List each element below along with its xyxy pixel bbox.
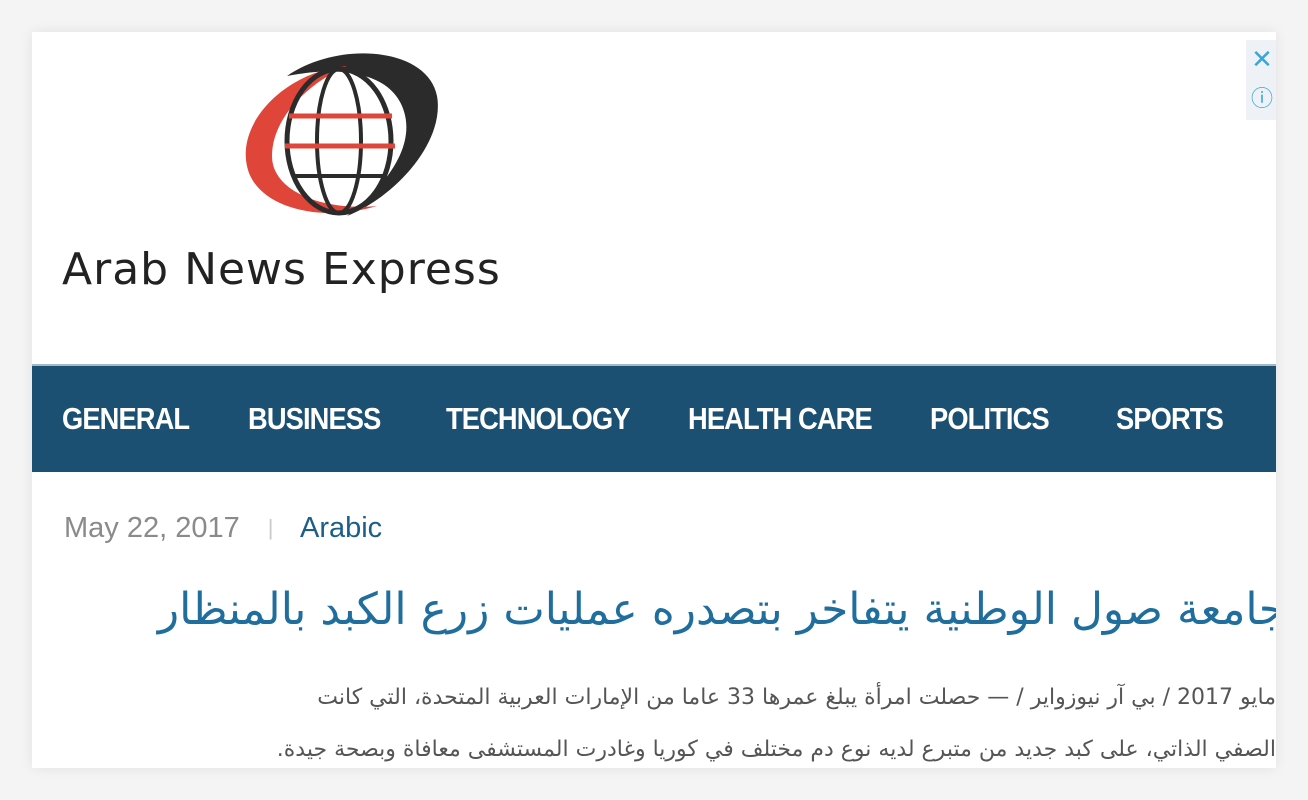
article-title[interactable]: جامعة صول الوطنية يتفاخر بتصدره عمليات ز…	[32, 584, 1276, 635]
meta-separator: |	[267, 515, 274, 540]
excerpt-line: الصفي الذاتي، على كبد جديد من متبرع لديه…	[276, 737, 1276, 762]
site-header: Arab News Express ✕ ⓘ	[32, 32, 1276, 362]
globe-swoosh-logo[interactable]	[227, 46, 447, 236]
article-date: May 22, 2017	[64, 512, 240, 544]
ad-controls: ✕ ⓘ	[1246, 40, 1276, 120]
nav-item-sports[interactable]: SPORTS	[1116, 401, 1224, 437]
nav-item-general[interactable]: GENERAL	[62, 401, 190, 437]
article-category-link[interactable]: Arabic	[300, 512, 382, 544]
article-excerpt: مايو 2017 / بي آر نيوزواير / — حصلت امرأ…	[86, 672, 1276, 768]
close-icon[interactable]: ✕	[1250, 44, 1274, 74]
nav-item-technology[interactable]: TECHNOLOGY	[446, 401, 631, 437]
nav-item-business[interactable]: BUSINESS	[248, 401, 381, 437]
site-name[interactable]: Arab News Express	[62, 244, 662, 295]
nav-item-health-care[interactable]: HEALTH CARE	[688, 401, 873, 437]
article-meta: May 22, 2017 | Arabic	[64, 512, 382, 545]
web-page: Arab News Express ✕ ⓘ GENERAL BUSINESS T…	[32, 32, 1276, 768]
excerpt-line: مايو 2017 / بي آر نيوزواير / — حصلت امرأ…	[317, 685, 1276, 710]
nav-item-politics[interactable]: POLITICS	[930, 401, 1050, 437]
screenshot-frame: Arab News Express ✕ ⓘ GENERAL BUSINESS T…	[0, 0, 1308, 800]
info-icon[interactable]: ⓘ	[1250, 84, 1274, 114]
main-nav: GENERAL BUSINESS TECHNOLOGY HEALTH CARE …	[32, 364, 1276, 472]
